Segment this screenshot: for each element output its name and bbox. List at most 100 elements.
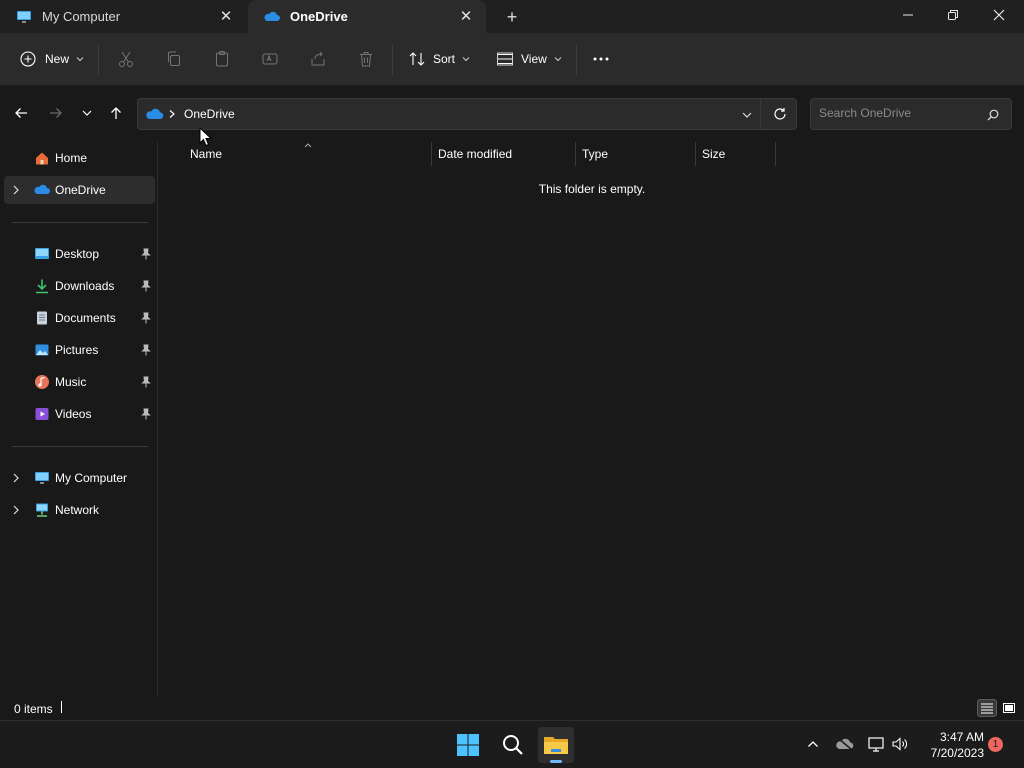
column-header-name[interactable]: Name (190, 147, 222, 169)
chevron-right-icon[interactable] (10, 504, 22, 516)
sort-button[interactable]: Sort (408, 43, 470, 75)
clock[interactable]: 3:47 AM 7/20/2023 (912, 729, 984, 761)
delete-button[interactable] (357, 43, 375, 75)
paste-button[interactable] (213, 43, 231, 75)
sidebar-item-my-computer[interactable]: My Computer (4, 464, 155, 492)
forward-button[interactable] (44, 101, 68, 125)
tab-label: OneDrive (290, 9, 348, 24)
chevron-down-icon[interactable] (741, 109, 753, 121)
file-list[interactable]: Name Date modified Type Size This folder… (160, 142, 1024, 696)
chevron-up-icon (808, 741, 818, 747)
details-view-button[interactable] (977, 699, 997, 717)
toolbar-divider (98, 45, 99, 75)
scissors-icon (119, 51, 133, 67)
sidebar-item-label: Music (55, 375, 87, 389)
back-button[interactable] (9, 101, 33, 125)
copy-button[interactable] (165, 43, 183, 75)
toolbar-divider (392, 45, 393, 75)
sidebar-item-home[interactable]: Home (4, 144, 155, 172)
network-icon (36, 503, 48, 517)
tab-my-computer[interactable]: My Computer ✕ (0, 0, 246, 33)
tiles-view-button[interactable] (999, 699, 1019, 717)
pin-icon[interactable] (139, 247, 153, 261)
command-bar: New Sort View (0, 33, 1024, 86)
sidebar-item-label: Network (55, 503, 100, 517)
minimize-button[interactable] (885, 0, 931, 30)
column-header-date-modified[interactable]: Date modified (438, 147, 512, 169)
sort-ascending-icon (304, 143, 312, 148)
search-icon[interactable] (987, 109, 999, 121)
pin-icon[interactable] (139, 311, 153, 325)
cloud-icon (264, 9, 280, 25)
pin-icon[interactable] (139, 279, 153, 293)
recent-locations-button[interactable] (75, 101, 99, 125)
chevron-right-icon[interactable] (10, 472, 22, 484)
clock-date: 7/20/2023 (930, 746, 984, 760)
restore-button[interactable] (930, 0, 976, 30)
onedrive-tray-button[interactable] (834, 733, 856, 755)
column-divider[interactable] (431, 142, 432, 166)
new-button[interactable]: New (20, 43, 84, 75)
show-hidden-icons-button[interactable] (802, 733, 824, 755)
sort-icon (409, 52, 425, 66)
breadcrumb-onedrive[interactable]: OneDrive (184, 107, 235, 121)
clipboard-icon (216, 51, 228, 67)
sidebar-item-label: Documents (55, 311, 116, 325)
file-explorer-taskbar-button[interactable] (538, 727, 574, 763)
search-taskbar-button[interactable] (495, 727, 531, 763)
cut-button[interactable] (117, 43, 135, 75)
chevron-down-icon (554, 57, 562, 62)
navigation-pane: Home OneDrive Desktop Downloads Document… (0, 142, 158, 696)
column-header-type[interactable]: Type (582, 147, 608, 169)
pin-icon[interactable] (139, 407, 153, 421)
search-input[interactable] (819, 106, 979, 120)
sidebar-item-videos[interactable]: Videos (4, 400, 155, 428)
rename-button[interactable] (261, 43, 279, 75)
column-header-size[interactable]: Size (702, 147, 725, 169)
search-box[interactable] (810, 98, 1012, 130)
chevron-right-icon[interactable] (10, 184, 22, 196)
mouse-cursor-icon (199, 127, 213, 147)
start-button[interactable] (450, 727, 486, 763)
sidebar-item-onedrive[interactable]: OneDrive (4, 176, 155, 204)
sidebar-item-downloads[interactable]: Downloads (4, 272, 155, 300)
sidebar-item-documents[interactable]: Documents (4, 304, 155, 332)
view-button[interactable]: View (496, 43, 562, 75)
sidebar-item-desktop[interactable]: Desktop (4, 240, 155, 268)
address-bar[interactable]: OneDrive (137, 98, 797, 130)
pin-icon[interactable] (139, 343, 153, 357)
column-divider[interactable] (575, 142, 576, 166)
column-divider[interactable] (695, 142, 696, 166)
close-tab-icon[interactable]: ✕ (458, 8, 474, 25)
windows-logo-icon (457, 734, 479, 756)
new-tab-button[interactable]: + (500, 5, 524, 29)
sidebar-item-pictures[interactable]: Pictures (4, 336, 155, 364)
close-tab-icon[interactable]: ✕ (218, 8, 234, 25)
refresh-icon[interactable] (773, 107, 787, 121)
volume-tray-button[interactable] (889, 733, 911, 755)
column-divider[interactable] (775, 142, 776, 166)
sidebar-item-label: My Computer (55, 471, 128, 485)
toolbar-divider (576, 45, 577, 75)
more-options-button[interactable] (592, 43, 610, 75)
desktop-icon (35, 248, 49, 259)
sidebar-item-label: OneDrive (55, 183, 106, 197)
pin-icon[interactable] (139, 375, 153, 389)
sidebar-item-music[interactable]: Music (4, 368, 155, 396)
status-divider (61, 701, 62, 713)
copy-icon (168, 51, 180, 66)
sidebar-item-network[interactable]: Network (4, 496, 155, 524)
network-tray-button[interactable] (866, 733, 888, 755)
new-label: New (45, 52, 70, 66)
rename-icon (262, 53, 278, 65)
tab-label: My Computer (42, 9, 121, 24)
close-window-button[interactable] (976, 0, 1022, 30)
up-button[interactable] (104, 101, 128, 125)
arrow-right-icon (50, 108, 62, 118)
share-button[interactable] (309, 43, 327, 75)
chevron-down-icon (76, 57, 84, 62)
tab-onedrive[interactable]: OneDrive ✕ (248, 0, 486, 33)
notification-badge[interactable]: 1 (988, 737, 1003, 752)
sidebar-divider (12, 222, 148, 223)
item-count: 0 items (14, 702, 53, 716)
